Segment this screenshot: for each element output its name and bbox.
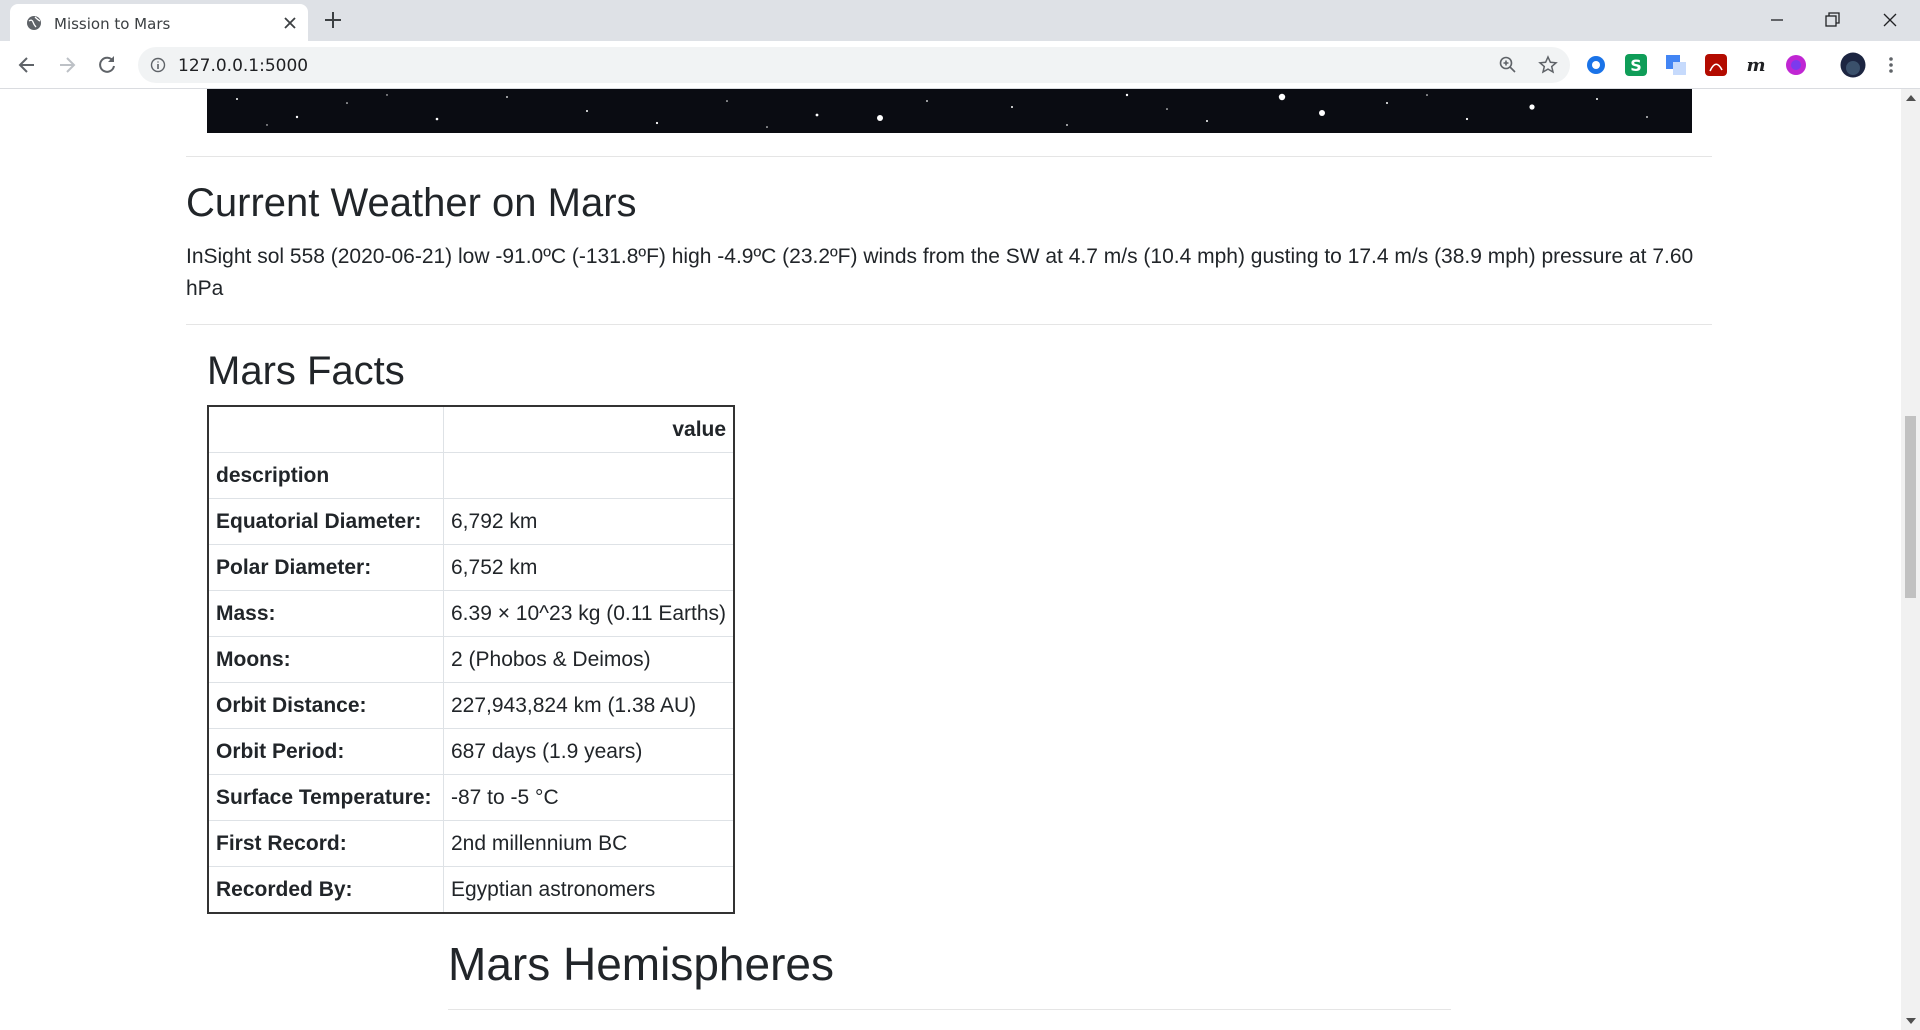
table-index-row: description [207, 452, 735, 499]
svg-text:S: S [1630, 56, 1642, 75]
zoom-icon[interactable] [1498, 55, 1518, 75]
fact-label: Orbit Distance: [207, 682, 444, 729]
new-tab-icon[interactable] [322, 9, 344, 31]
fact-value: 6.39 × 10^23 kg (0.11 Earths) [443, 590, 735, 637]
divider [448, 1009, 1451, 1010]
fact-label: Polar Diameter: [207, 544, 444, 591]
fact-label: Moons: [207, 636, 444, 683]
fact-label: Orbit Period: [207, 728, 444, 775]
menu-dots-icon[interactable] [1880, 54, 1902, 76]
fact-label: Surface Temperature: [207, 774, 444, 821]
fact-value: 6,792 km [443, 498, 735, 545]
browser-toolbar: 127.0.0.1:5000 S m [0, 41, 1920, 89]
weather-text: InSight sol 558 (2020-06-21) low -91.0ºC… [186, 245, 1694, 300]
fact-value: -87 to -5 °C [443, 774, 735, 821]
bookmark-star-icon[interactable] [1538, 55, 1558, 75]
svg-text:m: m [1746, 55, 1765, 76]
page-viewport: Current Weather on Mars InSight sol 558 … [0, 89, 1901, 1030]
info-icon[interactable] [150, 57, 166, 73]
table-row: Polar Diameter: 6,752 km [207, 544, 735, 591]
table-row: Recorded By: Egyptian astronomers [207, 866, 735, 914]
fact-value: 6,752 km [443, 544, 735, 591]
table-row: Surface Temperature: -87 to -5 °C [207, 774, 735, 821]
scroll-up-arrow-icon[interactable] [1906, 95, 1916, 101]
table-row: First Record: 2nd millennium BC [207, 820, 735, 867]
tab-title: Mission to Mars [54, 15, 171, 33]
fact-value: 2 (Phobos & Deimos) [443, 636, 735, 683]
fact-value: 227,943,824 km (1.38 AU) [443, 682, 735, 729]
fact-label: Equatorial Diameter: [207, 498, 444, 545]
table-row: Equatorial Diameter: 6,792 km [207, 498, 735, 545]
featured-image [207, 89, 1692, 133]
close-tab-icon[interactable] [280, 13, 300, 33]
table-header-value: value [443, 405, 735, 453]
scroll-down-arrow-icon[interactable] [1906, 1018, 1916, 1024]
divider [186, 156, 1712, 157]
minimize-icon[interactable] [1765, 8, 1789, 32]
forward-icon[interactable] [54, 52, 80, 78]
fact-label: First Record: [207, 820, 444, 867]
table-index-label: description [207, 452, 444, 499]
table-row: Orbit Distance: 227,943,824 km (1.38 AU) [207, 682, 735, 729]
table-row: Orbit Period: 687 days (1.9 years) [207, 728, 735, 775]
crosshair-icon[interactable] [1585, 54, 1607, 76]
s-icon[interactable]: S [1625, 54, 1647, 76]
close-window-icon[interactable] [1878, 8, 1902, 32]
fact-label: Recorded By: [207, 866, 444, 914]
scroll-thumb[interactable] [1905, 416, 1916, 598]
purple-circle-icon[interactable] [1785, 54, 1807, 76]
tab-strip: Mission to Mars [0, 0, 1920, 41]
pdf-icon[interactable] [1705, 54, 1727, 76]
table-index-blank [443, 452, 735, 499]
globe-icon [27, 16, 41, 30]
restore-icon[interactable] [1820, 8, 1844, 32]
m-icon[interactable]: m [1745, 54, 1767, 76]
url-text[interactable]: 127.0.0.1:5000 [178, 56, 308, 76]
weather-heading: Current Weather on Mars [186, 181, 637, 225]
divider [186, 324, 1712, 325]
translate-icon[interactable] [1665, 54, 1687, 76]
browser-tab[interactable]: Mission to Mars [10, 4, 308, 41]
fact-value: Egyptian astronomers [443, 866, 735, 914]
fact-value: 687 days (1.9 years) [443, 728, 735, 775]
table-row: Mass: 6.39 × 10^23 kg (0.11 Earths) [207, 590, 735, 637]
back-icon[interactable] [14, 52, 40, 78]
table-header-blank [207, 405, 444, 453]
page-scrollbar[interactable] [1901, 89, 1920, 1030]
address-bar[interactable]: 127.0.0.1:5000 [138, 47, 1570, 83]
fact-label: Mass: [207, 590, 444, 637]
table-row: Moons: 2 (Phobos & Deimos) [207, 636, 735, 683]
hemispheres-heading: Mars Hemispheres [448, 938, 834, 990]
reload-icon[interactable] [94, 52, 120, 78]
profile-avatar[interactable] [1840, 52, 1866, 78]
fact-value: 2nd millennium BC [443, 820, 735, 867]
facts-heading: Mars Facts [207, 349, 405, 393]
mars-facts-table: value description Equatorial Diameter: 6… [207, 405, 736, 914]
table-header-row: value [207, 405, 735, 453]
